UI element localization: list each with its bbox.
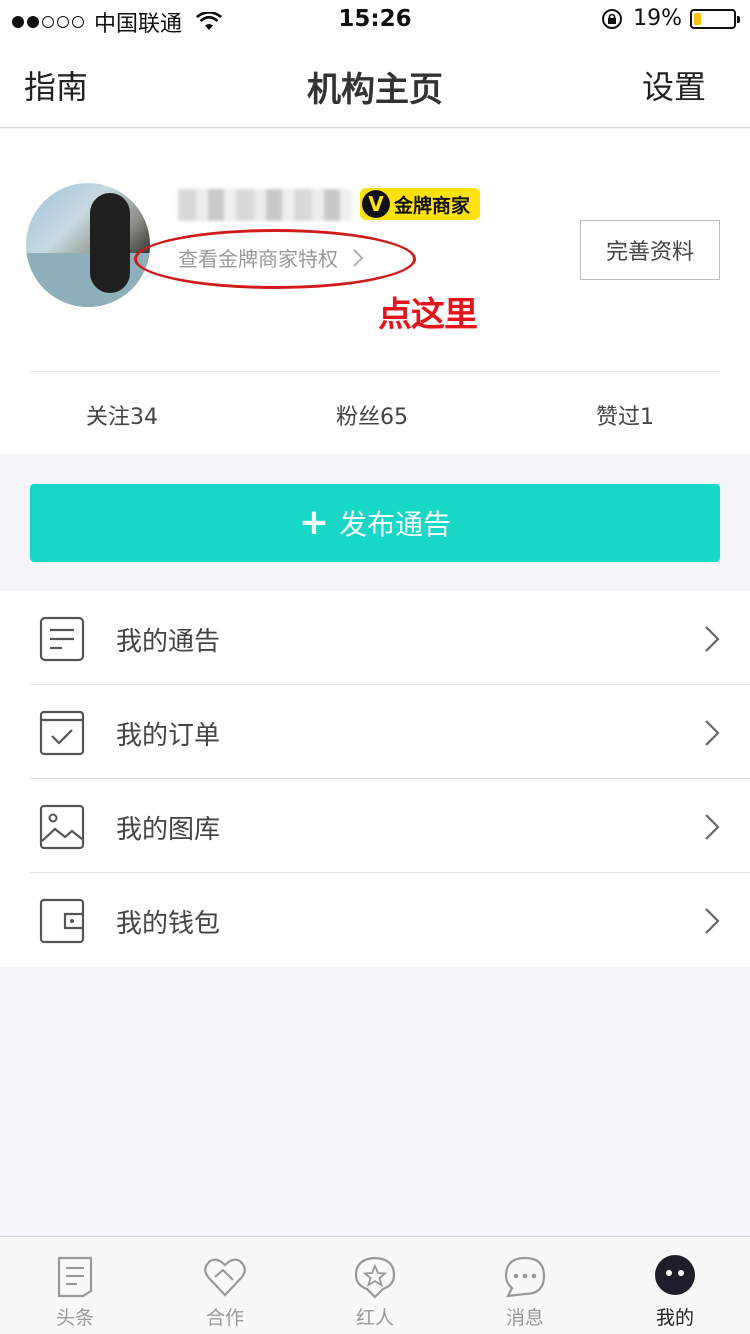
chevron-right-icon xyxy=(353,248,364,267)
tab-label: 消息 xyxy=(505,1307,544,1329)
tab-messages[interactable]: 消息 xyxy=(450,1237,600,1334)
image-gallery-icon xyxy=(39,804,85,850)
status-bar: 中国联通 15:26 19% xyxy=(0,0,750,40)
click-here-annotation: 点这里 xyxy=(378,295,478,335)
fans-count[interactable]: 粉丝65 xyxy=(336,399,408,431)
publish-notice-button[interactable]: + 发布通告 xyxy=(30,484,720,562)
menu-item-label: 我的订单 xyxy=(116,721,221,751)
tab-label: 我的 xyxy=(655,1307,694,1329)
likes-count[interactable]: 赞过1 xyxy=(596,399,654,431)
plus-icon: + xyxy=(298,502,330,543)
wallet-icon xyxy=(39,898,85,944)
view-privileges-label: 查看金牌商家特权 xyxy=(178,247,338,271)
tab-headlines[interactable]: 头条 xyxy=(0,1237,150,1334)
following-count[interactable]: 关注34 xyxy=(86,399,158,431)
chevron-right-icon xyxy=(705,814,720,840)
tab-cooperation[interactable]: 合作 xyxy=(150,1237,300,1334)
profile-card: V 金牌商家 查看金牌商家特权 点这里 完善资料 关注34 粉丝65 赞过1 xyxy=(0,129,750,454)
battery-icon xyxy=(690,8,740,29)
menu-item-my-wallet[interactable]: 我的钱包 xyxy=(0,873,750,967)
menu-item-label: 我的通告 xyxy=(116,627,221,657)
menu-item-my-gallery[interactable]: 我的图库 xyxy=(0,779,750,873)
settings-button[interactable]: 设置 xyxy=(642,62,706,108)
news-icon xyxy=(57,1256,93,1298)
battery-percent: 19% xyxy=(633,6,682,31)
battery-level xyxy=(694,12,701,25)
guide-button[interactable]: 指南 xyxy=(24,62,88,108)
tab-label: 头条 xyxy=(55,1307,94,1329)
avatar[interactable] xyxy=(26,183,150,307)
menu-item-label: 我的图库 xyxy=(116,815,221,845)
document-icon xyxy=(39,616,85,662)
chevron-right-icon xyxy=(705,720,720,746)
complete-profile-button[interactable]: 完善资料 xyxy=(580,220,720,280)
tab-me[interactable]: 我的 xyxy=(600,1237,750,1334)
nav-bar: 指南 机构主页 设置 xyxy=(0,40,750,128)
publish-notice-label: 发布通告 xyxy=(339,508,452,541)
chevron-right-icon xyxy=(705,908,720,934)
menu-item-my-orders[interactable]: 我的订单 xyxy=(0,685,750,779)
status-right: 19% xyxy=(601,6,740,31)
star-badge-icon xyxy=(354,1256,396,1299)
page-title: 机构主页 xyxy=(307,70,443,110)
tab-bar: 头条 合作 红人 消息 我的 xyxy=(0,1236,750,1334)
v-badge-icon: V xyxy=(362,190,390,218)
tab-label: 红人 xyxy=(355,1307,394,1329)
menu-item-label: 我的钱包 xyxy=(116,909,221,939)
gold-merchant-badge: V 金牌商家 xyxy=(360,188,481,220)
tab-label: 合作 xyxy=(205,1307,244,1329)
view-privileges-link[interactable]: 查看金牌商家特权 xyxy=(178,243,364,272)
tab-influencers[interactable]: 红人 xyxy=(300,1237,450,1334)
chat-bubble-icon xyxy=(504,1256,546,1298)
menu-list: 我的通告 我的订单 我的图库 我的钱包 xyxy=(0,591,750,967)
profile-avatar-icon xyxy=(655,1255,695,1295)
order-check-icon xyxy=(39,710,85,756)
chevron-right-icon xyxy=(705,626,720,652)
rotation-lock-icon xyxy=(602,8,623,29)
menu-item-my-notices[interactable]: 我的通告 xyxy=(0,591,750,685)
username-blurred xyxy=(178,189,352,221)
handshake-heart-icon xyxy=(204,1258,246,1297)
divider xyxy=(30,371,720,372)
gold-merchant-label: 金牌商家 xyxy=(394,194,471,217)
